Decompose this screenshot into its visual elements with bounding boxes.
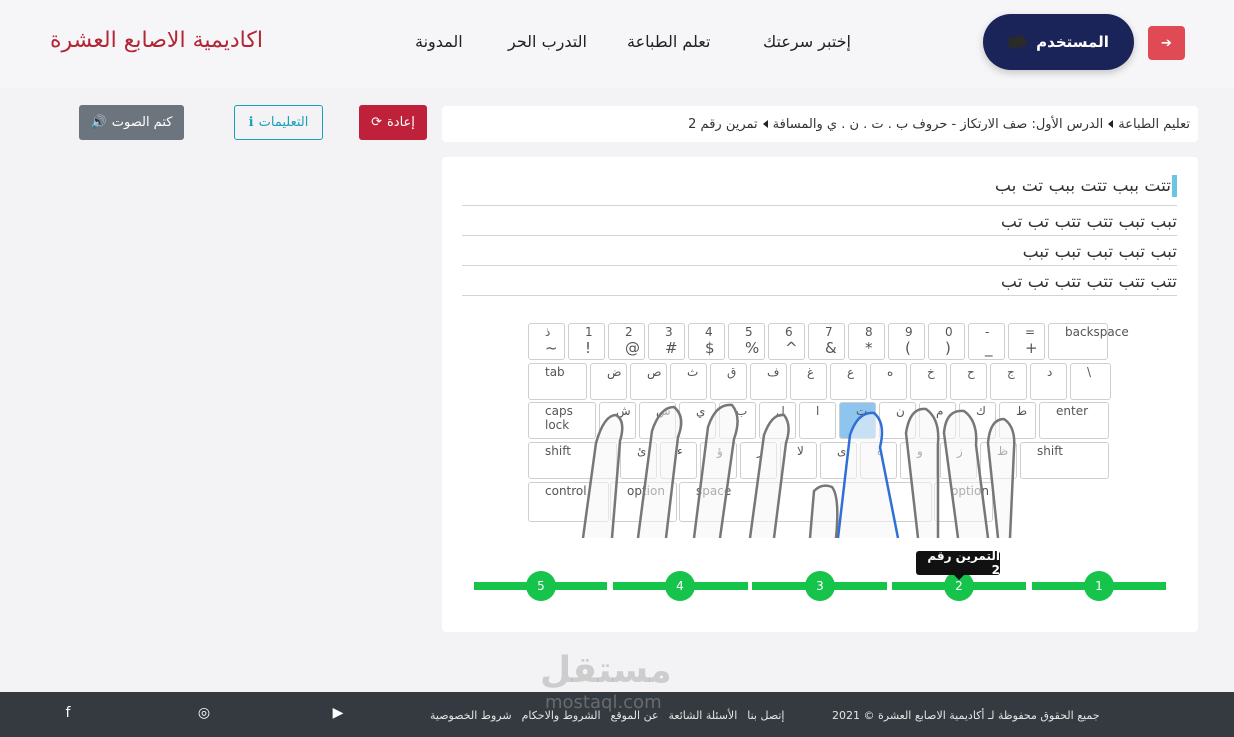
mute-button[interactable]: كتم الصوت 🔊	[79, 105, 184, 140]
mute-label: كتم الصوت	[111, 115, 173, 130]
user-label: المستخدم	[1036, 33, 1109, 51]
hands-illustration	[581, 403, 1016, 538]
exercise-panel: تتت ببب تتت ببب تت بب تبب تبب تتب تتب تب…	[442, 157, 1198, 632]
exercise-line: تبب تبب تبب تبب تبب	[462, 236, 1177, 266]
caret-left-icon	[762, 120, 768, 128]
breadcrumb-item-learn[interactable]: تعليم الطباعة	[1118, 117, 1190, 132]
site-brand[interactable]: اكاديمية الاصابع العشرة	[50, 28, 263, 53]
footer-link-privacy[interactable]: شروط الخصوصية	[430, 709, 512, 722]
info-icon: ℹ	[248, 115, 254, 130]
breadcrumb: تعليم الطباعة الدرس الأول: صف الارتكاز -…	[442, 106, 1198, 142]
breadcrumb-item-exercise: تمرين رقم 2	[688, 116, 758, 132]
exercise-text[interactable]: تتت ببب تتت ببب تت بب تبب تبب تتب تتب تب…	[462, 169, 1177, 296]
breadcrumb-item-lesson[interactable]: الدرس الأول: صف الارتكاز - حروف ب . ت . …	[773, 117, 1104, 132]
exercise-line: تتب تتب تتب تتب تب تب	[462, 266, 1177, 296]
youtube-icon[interactable]: ▶	[330, 705, 346, 721]
exercise-line: تبب تبب تتب تتب تب تب	[462, 206, 1177, 236]
footer-link-contact[interactable]: إتصل بنا	[747, 709, 784, 722]
watermark-logo: مستقل	[540, 650, 672, 691]
user-menu-button[interactable]: المستخدم	[983, 14, 1134, 70]
virtual-keyboard: ذ ~1! 2 @3 #4 $5% 6 ^ 7 & 8 * 9(0) - _ = + backspace tab ض ص…	[528, 323, 1129, 538]
sign-out-icon: ➔	[1161, 35, 1172, 51]
watermark-url: mostaql.com	[545, 692, 662, 713]
nav-free-practice[interactable]: التدرب الحر	[508, 32, 587, 51]
caret-left-icon	[1108, 120, 1114, 128]
graduation-cap-icon	[1006, 33, 1028, 51]
header: اكاديمية الاصابع العشرة المدونة التدرب ا…	[0, 0, 1234, 88]
footer-link-faq[interactable]: الأسئلة الشائعة	[669, 709, 738, 722]
copyright-text: جميع الحقوق محفوظة لـ أكاديمية الاصابع ا…	[832, 709, 1100, 722]
progress-step-3[interactable]: 3	[805, 571, 835, 601]
current-step-tooltip: التمرين رقم 2	[916, 549, 1000, 580]
progress-step-4[interactable]: 4	[665, 571, 695, 601]
restart-button[interactable]: إعادة ⟳	[359, 105, 427, 140]
nav-learn-typing[interactable]: تعلم الطباعة	[627, 32, 710, 51]
nav-speed-test[interactable]: إختبر سرعتك	[763, 32, 851, 51]
volume-icon: 🔊	[90, 115, 107, 130]
facebook-icon[interactable]: f	[60, 705, 76, 721]
progress-step-1[interactable]: 1	[1084, 571, 1114, 601]
restart-label: إعادة	[386, 115, 415, 130]
instagram-icon[interactable]: ◎	[196, 705, 212, 721]
instructions-button[interactable]: التعليمات ℹ	[234, 105, 323, 140]
logout-button[interactable]: ➔	[1148, 26, 1185, 60]
typing-cursor	[1172, 175, 1177, 197]
progress-step-5[interactable]: 5	[526, 571, 556, 601]
instructions-label: التعليمات	[258, 115, 309, 130]
exercise-line: تتت ببب تتت ببب تت بب	[462, 169, 1177, 206]
refresh-icon: ⟳	[371, 115, 382, 130]
nav-blog[interactable]: المدونة	[415, 32, 463, 51]
